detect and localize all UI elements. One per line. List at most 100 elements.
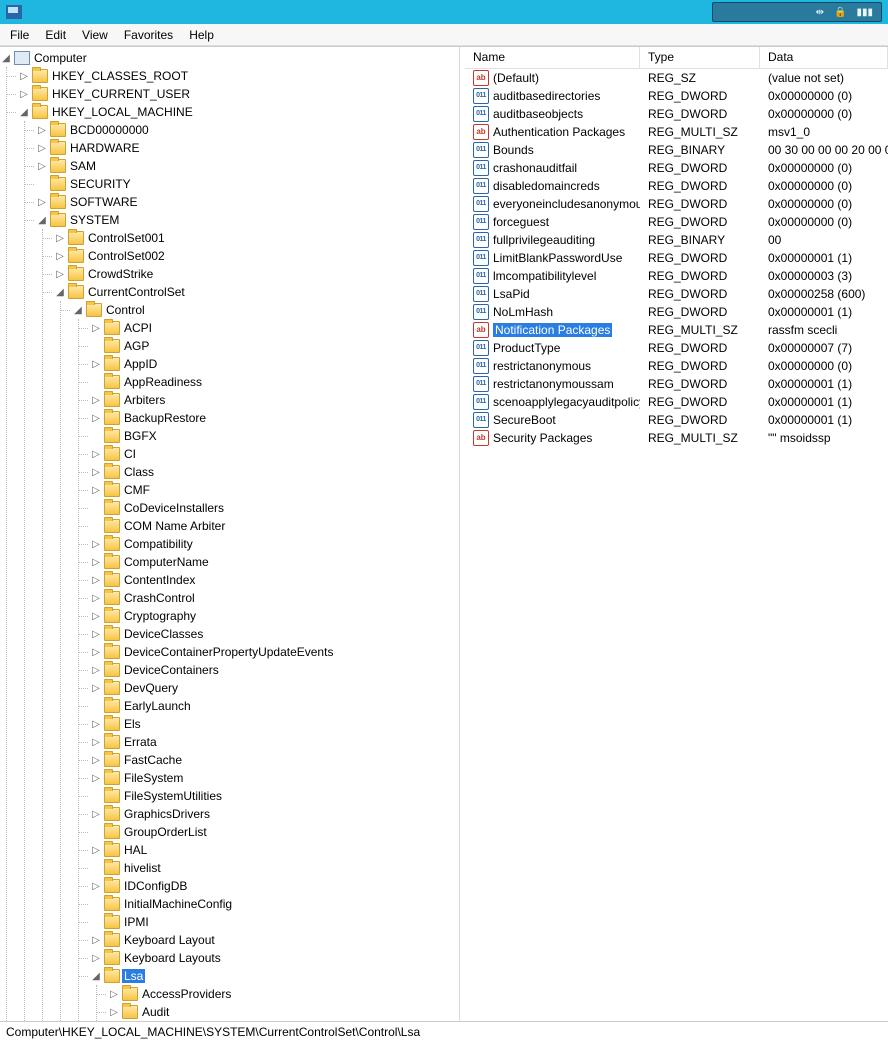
menu-edit[interactable]: Edit (45, 28, 66, 42)
tree-node[interactable]: ▷FileSystem (90, 769, 459, 787)
expander-icon[interactable]: ▷ (90, 808, 102, 820)
expander-icon[interactable]: ▷ (90, 736, 102, 748)
tree-node[interactable]: ▷Compatibility (90, 535, 459, 553)
expander-icon[interactable]: ▷ (90, 484, 102, 496)
expander-icon[interactable]: ◢ (36, 214, 48, 226)
menu-view[interactable]: View (82, 28, 108, 42)
expander-icon[interactable]: ▷ (108, 988, 120, 1000)
list-row[interactable]: restrictanonymoussamREG_DWORD0x00000001 … (465, 375, 888, 393)
tree-node[interactable]: ▷HARDWARE (36, 139, 459, 157)
col-header-name[interactable]: Name (465, 47, 640, 68)
tree-node[interactable]: ▷DevQuery (90, 679, 459, 697)
tree-node[interactable]: ◢CurrentControlSet (54, 283, 459, 301)
tree-node[interactable]: FileSystemUtilities (90, 787, 459, 805)
list-row[interactable]: ProductTypeREG_DWORD0x00000007 (7) (465, 339, 888, 357)
menu-help[interactable]: Help (189, 28, 214, 42)
tree-node[interactable]: ▷BCD00000000 (36, 121, 459, 139)
list-row[interactable]: scenoapplylegacyauditpolicyREG_DWORD0x00… (465, 393, 888, 411)
tree-node[interactable]: ▷DeviceClasses (90, 625, 459, 643)
expander-icon[interactable]: ▷ (90, 754, 102, 766)
list-row[interactable]: (Default)REG_SZ(value not set) (465, 69, 888, 87)
tree-node[interactable]: ▷ACPI (90, 319, 459, 337)
expander-icon[interactable]: ▷ (36, 160, 48, 172)
tree-node[interactable]: ▷DeviceContainerPropertyUpdateEvents (90, 643, 459, 661)
list-row[interactable]: fullprivilegeauditingREG_BINARY00 (465, 231, 888, 249)
tree-node[interactable]: ◢HKEY_LOCAL_MACHINE (18, 103, 459, 121)
expander-icon[interactable]: ▷ (90, 358, 102, 370)
tree-node[interactable]: ▷SOFTWARE (36, 193, 459, 211)
expander-icon[interactable]: ▷ (90, 718, 102, 730)
expander-icon[interactable]: ▷ (18, 70, 30, 82)
expander-icon[interactable]: ◢ (90, 970, 102, 982)
tree-node[interactable]: ▷HKEY_CURRENT_USER (18, 85, 459, 103)
list-row[interactable]: Security PackagesREG_MULTI_SZ"" msoidssp (465, 429, 888, 447)
tree-node[interactable]: ▷CI (90, 445, 459, 463)
tree-node[interactable]: ▷Class (90, 463, 459, 481)
expander-icon[interactable]: ▷ (90, 646, 102, 658)
expander-icon[interactable]: ▷ (90, 448, 102, 460)
expander-icon[interactable]: ◢ (0, 52, 12, 64)
expander-icon[interactable]: ▷ (90, 610, 102, 622)
list-row[interactable]: auditbaseobjectsREG_DWORD0x00000000 (0) (465, 105, 888, 123)
tree-node[interactable]: ▷AccessProviders (108, 985, 459, 1003)
list-body[interactable]: (Default)REG_SZ(value not set)auditbased… (465, 69, 888, 1021)
lock-icon[interactable]: 🔒 (834, 7, 846, 18)
expander-icon[interactable]: ▷ (18, 88, 30, 100)
tree-node[interactable]: CoDeviceInstallers (90, 499, 459, 517)
expander-icon[interactable]: ▷ (90, 574, 102, 586)
tree-node[interactable]: ▷IDConfigDB (90, 877, 459, 895)
tree-node[interactable]: ▷Els (90, 715, 459, 733)
signal-icon[interactable]: ▮▮▮ (856, 7, 873, 18)
list-row[interactable]: everyoneincludesanonymousREG_DWORD0x0000… (465, 195, 888, 213)
list-row[interactable]: Notification PackagesREG_MULTI_SZrassfm … (465, 321, 888, 339)
tree-node[interactable]: ▷HAL (90, 841, 459, 859)
tree-node[interactable]: ▷CrashControl (90, 589, 459, 607)
tree-node[interactable]: ▷ComputerName (90, 553, 459, 571)
list-row[interactable]: crashonauditfailREG_DWORD0x00000000 (0) (465, 159, 888, 177)
titlebar-controls[interactable]: ⇹ 🔒 ▮▮▮ (712, 2, 882, 22)
tree-node[interactable]: ▷GraphicsDrivers (90, 805, 459, 823)
expander-icon[interactable]: ▷ (36, 196, 48, 208)
expander-icon[interactable]: ▷ (90, 412, 102, 424)
expander-icon[interactable]: ▷ (90, 466, 102, 478)
list-row[interactable]: forceguestREG_DWORD0x00000000 (0) (465, 213, 888, 231)
tree-pane[interactable]: ◢Computer▷HKEY_CLASSES_ROOT▷HKEY_CURRENT… (0, 47, 460, 1021)
tree-node[interactable]: ▷Errata (90, 733, 459, 751)
tree-node[interactable]: AGP (90, 337, 459, 355)
tree-node[interactable]: hivelist (90, 859, 459, 877)
tree-node[interactable]: IPMI (90, 913, 459, 931)
expander-icon[interactable]: ▷ (90, 880, 102, 892)
col-header-data[interactable]: Data (760, 47, 888, 68)
tree-node[interactable]: ▷Arbiters (90, 391, 459, 409)
list-row[interactable]: Authentication PackagesREG_MULTI_SZmsv1_… (465, 123, 888, 141)
tree-node[interactable]: ◢SYSTEM (36, 211, 459, 229)
expander-icon[interactable]: ▷ (90, 394, 102, 406)
tree-node[interactable]: ◢Control (72, 301, 459, 319)
expander-icon[interactable]: ▷ (54, 250, 66, 262)
list-row[interactable]: SecureBootREG_DWORD0x00000001 (1) (465, 411, 888, 429)
expander-icon[interactable]: ▷ (90, 844, 102, 856)
tree-node[interactable]: ▷Keyboard Layouts (90, 949, 459, 967)
col-header-type[interactable]: Type (640, 47, 760, 68)
tree-node[interactable]: ▷AppID (90, 355, 459, 373)
list-row[interactable]: restrictanonymousREG_DWORD0x00000000 (0) (465, 357, 888, 375)
expander-icon[interactable]: ▷ (90, 934, 102, 946)
expander-icon[interactable]: ◢ (54, 286, 66, 298)
expander-icon[interactable]: ◢ (72, 304, 84, 316)
menu-file[interactable]: File (10, 28, 29, 42)
tree-node[interactable]: COM Name Arbiter (90, 517, 459, 535)
expander-icon[interactable]: ▷ (90, 592, 102, 604)
tree-node[interactable]: ▷CMF (90, 481, 459, 499)
expander-icon[interactable]: ▷ (108, 1006, 120, 1018)
tree-node[interactable]: ▷ControlSet002 (54, 247, 459, 265)
expander-icon[interactable]: ◢ (18, 106, 30, 118)
tree-node[interactable]: ▷ContentIndex (90, 571, 459, 589)
tree-node[interactable]: SECURITY (36, 175, 459, 193)
tree-node[interactable]: InitialMachineConfig (90, 895, 459, 913)
expander-icon[interactable]: ▷ (36, 142, 48, 154)
tree-node[interactable]: BGFX (90, 427, 459, 445)
list-row[interactable]: NoLmHashREG_DWORD0x00000001 (1) (465, 303, 888, 321)
tree-node[interactable]: ▷Cryptography (90, 607, 459, 625)
expander-icon[interactable]: ▷ (90, 628, 102, 640)
list-row[interactable]: auditbasedirectoriesREG_DWORD0x00000000 … (465, 87, 888, 105)
